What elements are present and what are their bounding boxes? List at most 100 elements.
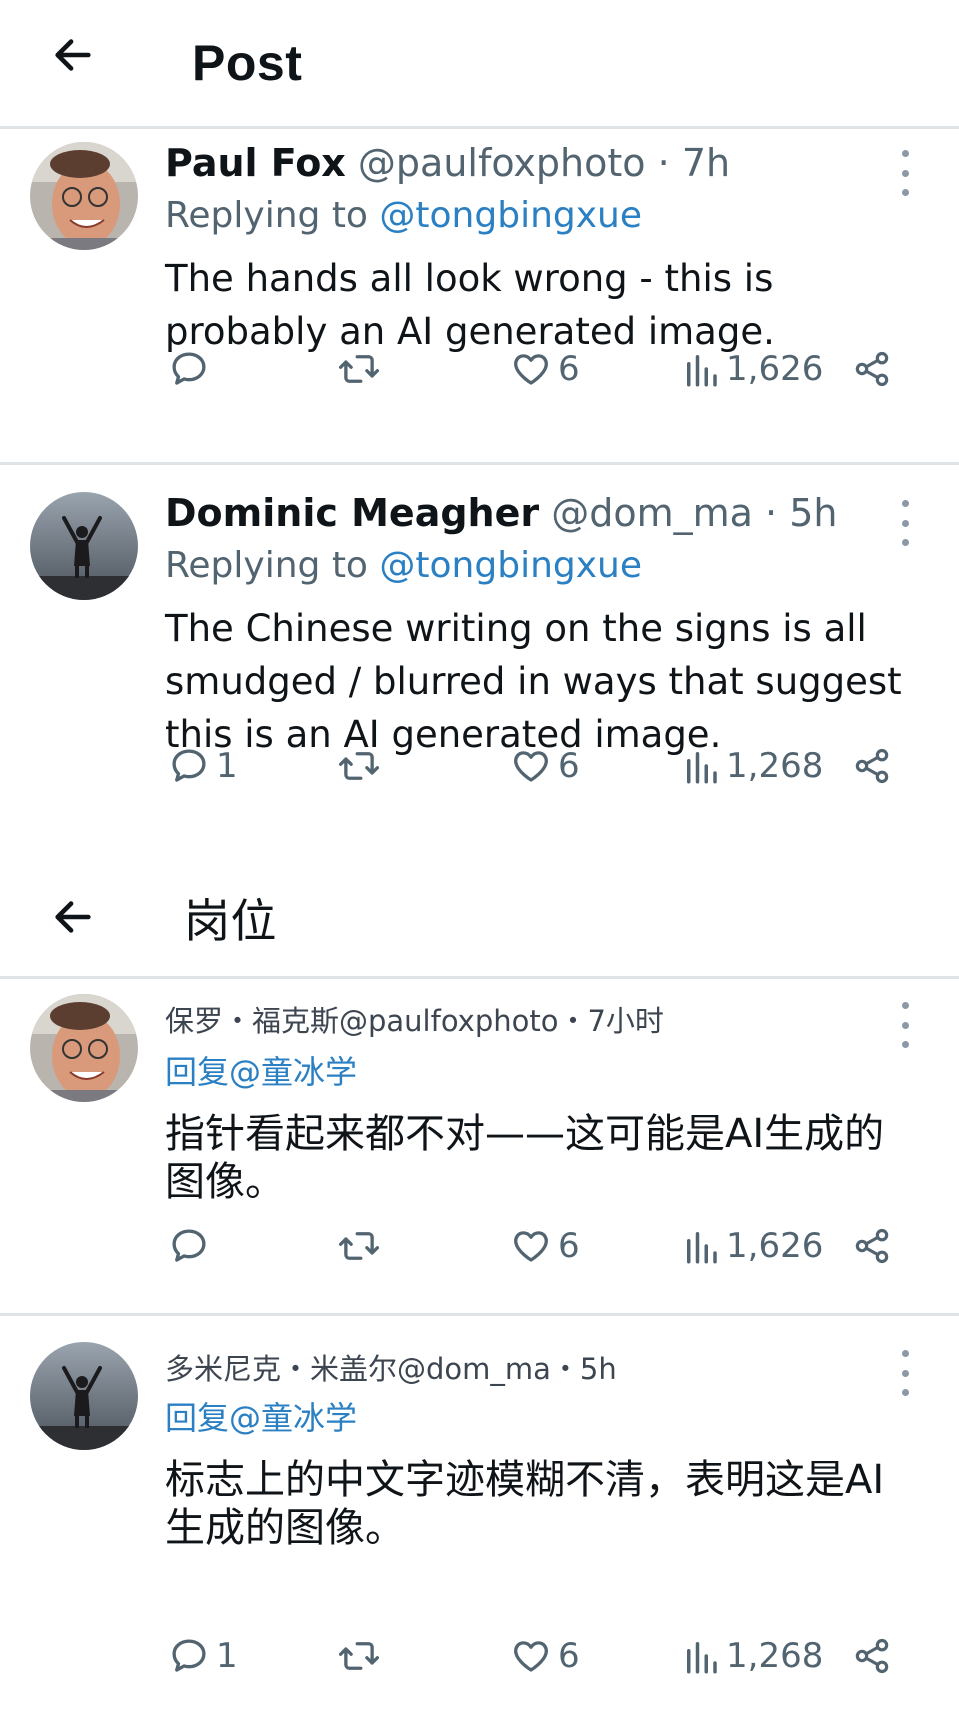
- reply-button[interactable]: 1: [168, 745, 238, 787]
- bar-chart-icon: [687, 355, 717, 387]
- post-divider: [0, 462, 959, 465]
- back-button[interactable]: [46, 28, 100, 82]
- like-button[interactable]: 6: [510, 1635, 580, 1677]
- heart-icon: [514, 354, 548, 385]
- action-bar: 6 1,626: [0, 348, 959, 408]
- replying-to: Replying to @tongbingxue: [165, 194, 642, 238]
- separator: ·: [657, 141, 670, 185]
- share-button[interactable]: [852, 348, 892, 390]
- post-text: 指针看起来都不对——这可能是AI生成的图像。: [165, 1111, 885, 1205]
- action-bar: 1 6 1,268: [0, 745, 959, 805]
- reply-button[interactable]: [168, 348, 216, 390]
- heart-icon: [514, 1231, 548, 1262]
- views-button[interactable]: 1,268: [682, 745, 823, 787]
- speech-bubble-icon: [172, 1639, 206, 1672]
- like-button[interactable]: 6: [510, 745, 580, 787]
- reply-count: 1: [216, 1636, 238, 1676]
- more-vertical-icon: [901, 1350, 909, 1357]
- more-options-button[interactable]: [895, 150, 915, 196]
- author-name[interactable]: Paul Fox: [165, 141, 346, 185]
- more-vertical-icon: [901, 150, 909, 157]
- top-bar: Post: [0, 0, 959, 126]
- post-text: The Chinese writing on the signs is all …: [165, 607, 902, 756]
- retweet-button[interactable]: [336, 1635, 382, 1677]
- action-bar: 6 1,626: [0, 1225, 959, 1285]
- like-count: 6: [558, 1226, 580, 1266]
- post-divider: [0, 1313, 959, 1316]
- retweet-button[interactable]: [336, 1225, 382, 1267]
- top-bar-translated: 岗位: [0, 860, 959, 976]
- retweet-button[interactable]: [336, 348, 382, 390]
- page-title: Post: [192, 35, 303, 91]
- back-button[interactable]: [46, 890, 100, 944]
- avatar[interactable]: [30, 492, 138, 600]
- like-button[interactable]: 6: [510, 348, 580, 390]
- post-dominic-meagher[interactable]: Dominic Meagher @dom_ma · 5h Replying to…: [0, 480, 959, 860]
- avatar[interactable]: [30, 994, 138, 1102]
- more-options-button[interactable]: [895, 1002, 915, 1048]
- replying-label: Replying to: [165, 545, 380, 586]
- header-divider: [0, 976, 959, 979]
- share-icon: [855, 1228, 889, 1264]
- speech-bubble-icon: [172, 352, 206, 385]
- view-count: 1,626: [726, 1226, 824, 1266]
- share-button[interactable]: [852, 1635, 892, 1677]
- share-icon: [855, 351, 889, 387]
- post-paul-fox-translated[interactable]: 保罗・福克斯@paulfoxphoto・7小时 回复@童冰学 指针看起来都不对—…: [0, 982, 959, 1312]
- speech-bubble-icon: [172, 1229, 206, 1262]
- like-count: 6: [558, 349, 580, 389]
- share-button[interactable]: [852, 745, 892, 787]
- like-count: 6: [558, 1636, 580, 1676]
- view-count: 1,268: [726, 746, 824, 786]
- action-bar: 1 6 1,268: [0, 1635, 959, 1695]
- post-meta: 保罗・福克斯@paulfoxphoto・7小时: [165, 1004, 664, 1038]
- replying-mention-link[interactable]: @tongbingxue: [379, 545, 642, 586]
- page-title: 岗位: [184, 894, 277, 948]
- author-handle[interactable]: @paulfoxphoto: [358, 141, 646, 185]
- replying-mention-link[interactable]: 回复@童冰学: [165, 1050, 357, 1094]
- like-count: 6: [558, 746, 580, 786]
- replying-mention-link[interactable]: @tongbingxue: [379, 195, 642, 236]
- retweet-icon: [338, 1232, 380, 1260]
- heart-icon: [514, 751, 548, 782]
- views-button[interactable]: 1,626: [682, 1225, 823, 1267]
- separator: ·: [765, 491, 778, 535]
- post-meta: Dominic Meagher @dom_ma · 5h: [165, 490, 837, 536]
- retweet-icon: [338, 355, 380, 383]
- share-button[interactable]: [852, 1225, 892, 1267]
- heart-icon: [514, 1641, 548, 1672]
- avatar[interactable]: [30, 142, 138, 250]
- more-vertical-icon: [901, 1002, 909, 1009]
- bar-chart-icon: [687, 1642, 717, 1674]
- more-vertical-icon: [901, 500, 909, 507]
- replying-mention-link[interactable]: 回复@童冰学: [165, 1396, 357, 1440]
- reply-button[interactable]: [168, 1225, 216, 1267]
- more-options-button[interactable]: [895, 1350, 915, 1396]
- post-text: The hands all look wrong - this is proba…: [165, 257, 775, 353]
- views-button[interactable]: 1,268: [682, 1635, 823, 1677]
- post-meta: 多米尼克・米盖尔@dom_ma・5h: [165, 1352, 617, 1386]
- view-count: 1,626: [726, 349, 824, 389]
- views-button[interactable]: 1,626: [682, 348, 823, 390]
- reply-count: 1: [216, 746, 238, 786]
- retweet-icon: [338, 1642, 380, 1670]
- avatar[interactable]: [30, 1342, 138, 1450]
- replying-label: Replying to: [165, 195, 380, 236]
- like-button[interactable]: 6: [510, 1225, 580, 1267]
- share-icon: [855, 1638, 889, 1674]
- post-meta: Paul Fox @paulfoxphoto · 7h: [165, 140, 730, 186]
- post-paul-fox[interactable]: Paul Fox @paulfoxphoto · 7h Replying to …: [0, 130, 959, 460]
- retweet-button[interactable]: [336, 745, 382, 787]
- share-icon: [855, 748, 889, 784]
- replying-to: Replying to @tongbingxue: [165, 544, 642, 588]
- post-text: 标志上的中文字迹模糊不清，表明这是AI生成的图像。: [165, 1457, 885, 1551]
- timestamp[interactable]: 5h: [789, 491, 837, 535]
- timestamp[interactable]: 7h: [682, 141, 730, 185]
- more-options-button[interactable]: [895, 500, 915, 546]
- author-handle[interactable]: @dom_ma: [551, 491, 753, 535]
- post-dominic-meagher-translated[interactable]: 多米尼克・米盖尔@dom_ma・5h 回复@童冰学 标志上的中文字迹模糊不清，表…: [0, 1330, 959, 1730]
- retweet-icon: [338, 752, 380, 780]
- header-divider: [0, 126, 959, 129]
- author-name[interactable]: Dominic Meagher: [165, 491, 539, 535]
- reply-button[interactable]: 1: [168, 1635, 238, 1677]
